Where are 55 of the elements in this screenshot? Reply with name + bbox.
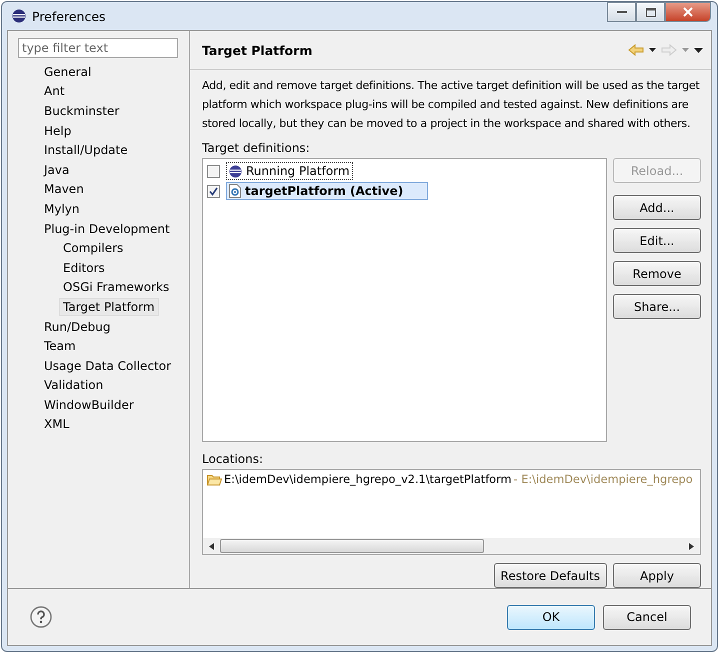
tree-item[interactable]: Ant [40, 82, 69, 100]
close-icon [683, 7, 693, 17]
page-title: Target Platform [202, 42, 312, 58]
checkbox[interactable] [207, 164, 220, 178]
location-path: E:\idemDev\idempiere_hgrepo_v2.1\targetPlatform [224, 473, 512, 486]
filter-field[interactable]: type filter text [18, 38, 178, 58]
scroll-right-icon[interactable] [689, 542, 694, 550]
tree-item[interactable]: Help [40, 122, 76, 140]
close-button[interactable] [665, 2, 711, 22]
tree-item[interactable]: Run/Debug [40, 318, 115, 336]
tree-item[interactable]: Install/Update [40, 141, 132, 160]
maximize-icon [646, 8, 656, 16]
action-button[interactable]: Remove [613, 261, 701, 286]
page-button[interactable]: Restore Defaults [494, 563, 607, 588]
tree-item[interactable]: Editors [59, 258, 109, 277]
tree-item[interactable]: Buckminster [40, 102, 124, 120]
eclipse-icon [12, 9, 26, 23]
page-button[interactable]: Apply [613, 563, 701, 588]
tree-item[interactable]: Usage Data Collector [40, 356, 176, 375]
tree-item[interactable]: XML [40, 415, 74, 434]
tree-item[interactable]: Compilers [59, 239, 128, 258]
tree-item[interactable]: Plug-in Development [40, 220, 174, 238]
action-button[interactable]: Share... [613, 294, 701, 319]
horizontal-scrollbar[interactable] [203, 538, 700, 554]
action-button[interactable]: Add... [613, 195, 701, 220]
target-item[interactable]: Running Platform [226, 162, 353, 180]
scroll-left-icon[interactable] [209, 542, 214, 550]
section-label: Target definitions: [202, 141, 311, 155]
tree-item[interactable]: Validation [40, 376, 108, 394]
folder-icon [207, 474, 222, 486]
eclipse-icon [229, 164, 242, 178]
location-detail: - E:\idemDev\idempiere_hgrepo [514, 473, 693, 486]
help-icon[interactable] [30, 606, 52, 628]
tree-item[interactable]: WindowBuilder [40, 396, 138, 414]
dialog-button[interactable]: Cancel [603, 604, 691, 630]
target-item[interactable]: targetPlatform (Active) [226, 182, 428, 200]
description-text: Add, edit and remove target definitions. The active target definition will be used as the target platform which workspace plug-ins will be compiled and tested against. New definitions are stored locally, but they can be moved to a project in the workspace and shared with others. [202, 78, 701, 132]
tree-item[interactable]: OSGi Frameworks [59, 278, 174, 296]
menu-caret-icon[interactable] [694, 48, 703, 52]
maximize-button[interactable] [636, 2, 665, 22]
caret-icon[interactable] [649, 48, 656, 52]
section-label: Locations: [202, 452, 264, 466]
tree-item[interactable]: Java [40, 160, 74, 179]
tree-item[interactable]: Maven [40, 180, 88, 198]
action-button[interactable]: Edit... [613, 228, 701, 253]
tree-item[interactable]: Mylyn [40, 200, 84, 218]
checkbox[interactable] [207, 184, 220, 198]
dialog-button[interactable]: OK [507, 604, 595, 630]
window-title: Preferences [32, 8, 106, 24]
tree-item[interactable]: General [40, 62, 96, 81]
minimize-button[interactable] [607, 2, 636, 22]
tree-item[interactable]: Team [40, 337, 80, 356]
tree-item[interactable]: Target Platform [59, 298, 159, 316]
minimize-icon [616, 10, 626, 14]
target-file-icon [229, 184, 241, 198]
